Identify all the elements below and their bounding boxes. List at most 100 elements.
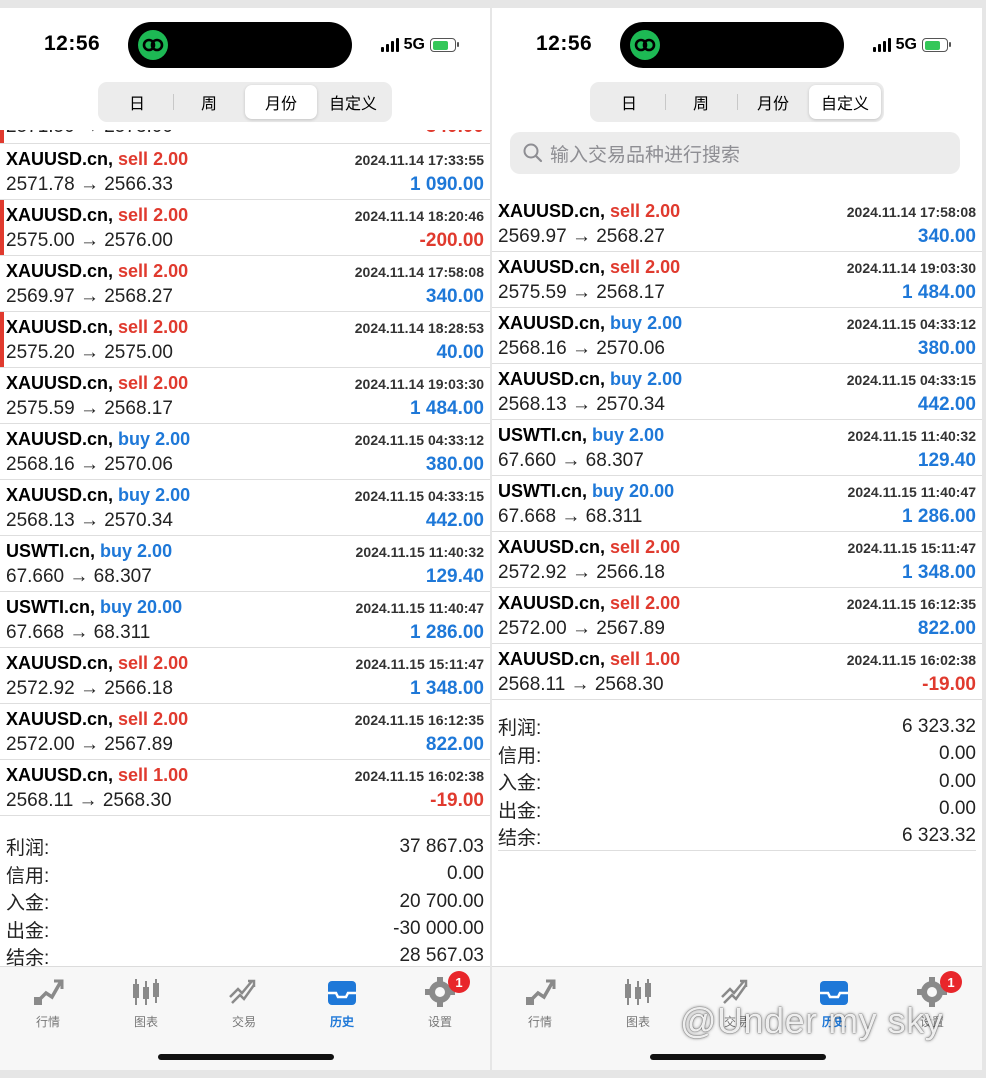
deal-row[interactable]: XAUUSD.cn, buy 2.00 2024.11.15 04:33:15 25… <box>0 480 490 536</box>
tab-quotes[interactable]: 行情 <box>500 975 580 1030</box>
watermark: @Under my sky <box>680 1000 944 1041</box>
status-bar: 12:56 5G <box>0 8 490 80</box>
deal-side: sell <box>610 593 641 613</box>
deal-profit: 442.00 <box>917 394 976 415</box>
summary-label: 入金: <box>6 893 50 915</box>
tab-chart[interactable]: 图表 <box>598 975 678 1030</box>
deal-row[interactable]: USWTI.cn, buy 20.00 2024.11.15 11:40:47 67… <box>0 592 490 648</box>
summary-credit: 信用: 0.00 <box>498 741 976 769</box>
account-summary: 利润: 37 867.03 信用: 0.00 入金: 20 700.00 出金: -30 00… <box>0 833 490 971</box>
deal-volume: 2.00 <box>153 149 189 169</box>
segment-week[interactable]: 周 <box>173 85 245 119</box>
tab-settings[interactable]: 设置 1 <box>400 971 480 1030</box>
deal-side: sell <box>610 537 641 557</box>
status-indicators: 5G <box>872 36 951 54</box>
summary-value: 6 323.32 <box>902 715 976 737</box>
deal-time: 2024.11.14 19:03:30 <box>846 260 976 276</box>
deal-profit: 822.00 <box>917 618 976 639</box>
deal-row-partial[interactable]: 2571.50 → 2573.00 -340.00 <box>0 130 490 144</box>
deal-row[interactable]: XAUUSD.cn, sell 2.00 2024.11.15 15:11:47 2… <box>0 648 490 704</box>
deal-volume: 2.00 <box>629 425 665 445</box>
deal-profit: -340.00 <box>420 130 484 138</box>
deal-row[interactable]: USWTI.cn, buy 20.00 2024.11.15 11:40:47 67… <box>492 476 982 532</box>
deal-profit: -19.00 <box>922 674 976 695</box>
notification-badge: 1 <box>448 971 470 993</box>
bottom-tab-bar: 行情 图表 交易 历史 设置 1 <box>0 966 490 1070</box>
deal-time: 2024.11.15 15:11:47 <box>847 540 976 556</box>
deal-side: sell <box>610 649 641 669</box>
trade-icon <box>204 975 284 1009</box>
deal-symbol: XAUUSD.cn, <box>498 369 606 389</box>
deal-row[interactable]: XAUUSD.cn, sell 1.00 2024.11.15 16:02:38 2… <box>0 760 490 816</box>
deal-symbol: XAUUSD.cn, <box>6 373 114 393</box>
deal-side: buy <box>118 485 151 505</box>
tab-chart[interactable]: 图表 <box>106 975 186 1030</box>
deal-symbol: USWTI.cn, <box>498 481 587 501</box>
segment-custom[interactable]: 自定义 <box>809 85 881 119</box>
deal-time: 2024.11.15 11:40:32 <box>847 428 976 444</box>
deal-time: 2024.11.14 18:28:53 <box>354 320 484 336</box>
tab-history[interactable]: 历史 <box>302 975 382 1030</box>
deal-row[interactable]: XAUUSD.cn, sell 2.00 2024.11.14 17:33:55 2… <box>0 144 490 200</box>
symbol-search-input[interactable]: 输入交易品种进行搜索 <box>510 132 960 174</box>
deal-row[interactable]: XAUUSD.cn, sell 2.00 2024.11.15 16:12:35 2… <box>0 704 490 760</box>
network-type: 5G <box>403 36 425 53</box>
summary-value: 0.00 <box>939 798 976 820</box>
deal-row[interactable]: XAUUSD.cn, sell 1.00 2024.11.15 16:02:38 2… <box>492 644 982 700</box>
status-indicators: 5G <box>380 36 459 54</box>
deal-prices: 2571.78 → 2566.33 <box>6 174 173 195</box>
signal-icon <box>380 38 399 52</box>
summary-profit: 利润: 37 867.03 <box>6 833 484 861</box>
deal-row[interactable]: XAUUSD.cn, sell 2.00 2024.11.14 18:20:46 2… <box>0 200 490 256</box>
deal-row[interactable]: XAUUSD.cn, sell 2.00 2024.11.14 17:58:08 2… <box>492 196 982 252</box>
deal-symbol-line: XAUUSD.cn, buy 2.00 <box>498 313 682 334</box>
deal-prices: 2572.92 → 2566.18 <box>6 678 173 699</box>
deal-list: 2571.50 → 2573.00 -340.00 XAUUSD.cn, sell … <box>0 130 490 816</box>
deal-time: 2024.11.15 16:12:35 <box>354 712 484 728</box>
summary-profit: 利润: 6 323.32 <box>498 713 976 741</box>
history-screen-custom: 12:56 5G 日周月份 自定义输入交易品种进行搜索 XAUUSD.cn, sel… <box>492 8 982 1070</box>
deal-row[interactable]: XAUUSD.cn, sell 2.00 2024.11.14 18:28:53 2… <box>0 312 490 368</box>
deal-row[interactable]: XAUUSD.cn, buy 2.00 2024.11.15 04:33:12 25… <box>492 308 982 364</box>
segment-week[interactable]: 周 <box>665 85 737 119</box>
quotes-icon <box>8 975 88 1009</box>
deal-row[interactable]: XAUUSD.cn, sell 2.00 2024.11.14 19:03:30 2… <box>0 368 490 424</box>
deal-side: buy <box>610 369 643 389</box>
tab-label: 交易 <box>231 1015 256 1029</box>
deal-side: buy <box>610 313 643 333</box>
deal-row[interactable]: USWTI.cn, buy 2.00 2024.11.15 11:40:32 67.… <box>0 536 490 592</box>
summary-label: 利润: <box>498 718 542 740</box>
tab-quotes[interactable]: 行情 <box>8 975 88 1030</box>
deal-symbol-line: USWTI.cn, buy 2.00 <box>6 541 172 562</box>
deal-symbol: USWTI.cn, <box>6 541 95 561</box>
segment-custom[interactable]: 自定义 <box>317 85 389 119</box>
deal-side: sell <box>118 765 149 785</box>
deal-row[interactable]: XAUUSD.cn, sell 2.00 2024.11.14 19:03:30 2… <box>492 252 982 308</box>
deal-symbol: USWTI.cn, <box>6 597 95 617</box>
deal-row[interactable]: XAUUSD.cn, sell 2.00 2024.11.14 17:58:08 2… <box>0 256 490 312</box>
deal-row[interactable]: XAUUSD.cn, sell 2.00 2024.11.15 15:11:47 2… <box>492 532 982 588</box>
segment-month[interactable]: 月份 <box>245 85 317 119</box>
deal-row[interactable]: XAUUSD.cn, buy 2.00 2024.11.15 04:33:15 25… <box>492 364 982 420</box>
segment-day[interactable]: 日 <box>101 85 173 119</box>
deal-symbol-line: USWTI.cn, buy 20.00 <box>498 481 674 502</box>
deal-row[interactable]: XAUUSD.cn, sell 2.00 2024.11.15 16:12:35 2… <box>492 588 982 644</box>
period-segmented-control: 日周月份 自定义 <box>98 82 392 122</box>
summary-value: 20 700.00 <box>399 890 484 912</box>
deal-time: 2024.11.15 16:02:38 <box>846 652 976 668</box>
status-bar: 12:56 5G <box>492 8 982 80</box>
summary-balance: 结余: 6 323.32 <box>498 823 976 851</box>
tab-trade[interactable]: 交易 <box>204 975 284 1030</box>
deal-prices: 2568.11 → 2568.30 <box>6 790 172 811</box>
deal-profit: -200.00 <box>419 230 484 251</box>
home-indicator <box>158 1054 334 1060</box>
deal-row[interactable]: USWTI.cn, buy 2.00 2024.11.15 11:40:32 67.… <box>492 420 982 476</box>
deal-row[interactable]: XAUUSD.cn, buy 2.00 2024.11.15 04:33:12 25… <box>0 424 490 480</box>
deal-profit: 380.00 <box>425 454 484 475</box>
segment-month[interactable]: 月份 <box>737 85 809 119</box>
deal-symbol: XAUUSD.cn, <box>6 205 114 225</box>
deal-side: buy <box>592 425 625 445</box>
deal-profit: 380.00 <box>917 338 976 359</box>
deal-volume: 2.00 <box>155 485 191 505</box>
segment-day[interactable]: 日 <box>593 85 665 119</box>
